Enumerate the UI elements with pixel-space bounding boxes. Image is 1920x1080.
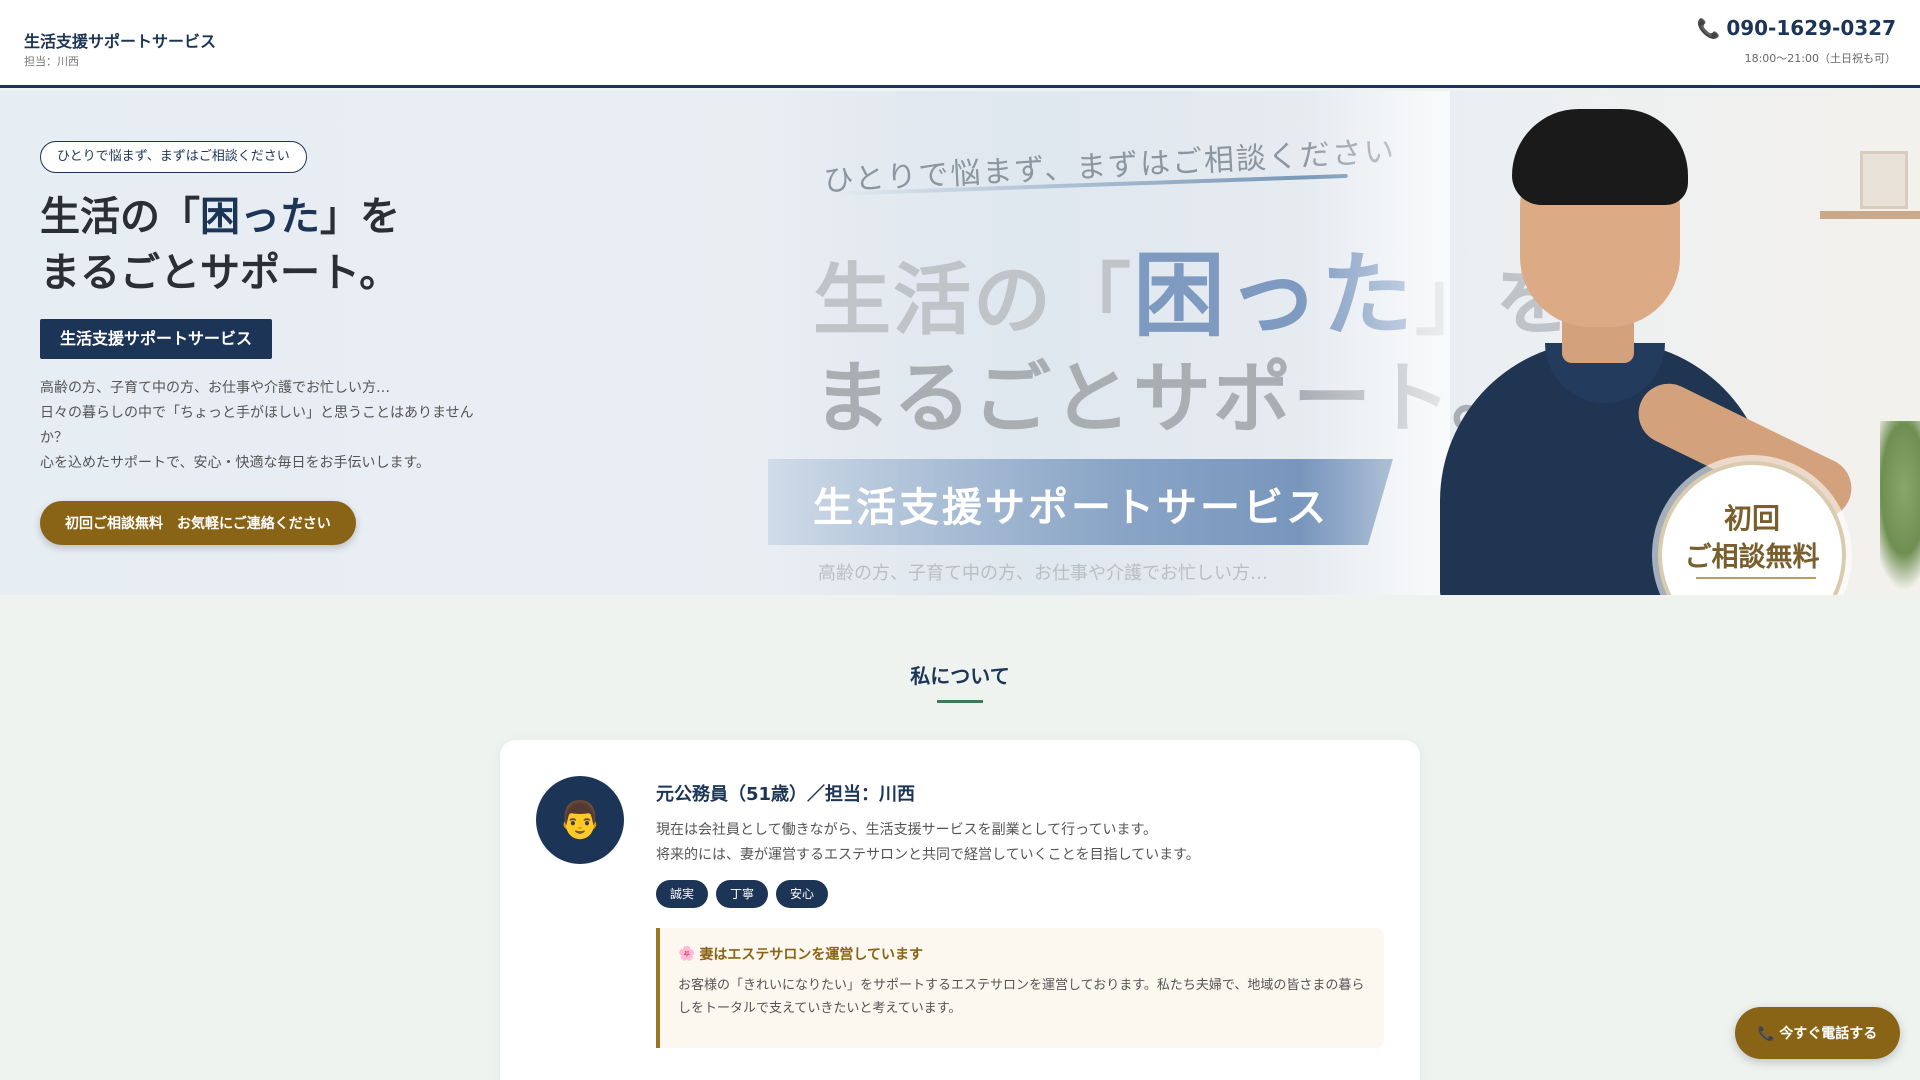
header-contact: 📞 090-1629-0327 18:00〜21:00（土日祝も可） xyxy=(1697,16,1896,66)
phone-icon: 📞 xyxy=(1696,17,1721,40)
hero-title-line1-pre: 生活の「 xyxy=(40,194,200,240)
profile-title: 元公務員（51歳）／担当：川西 xyxy=(656,784,916,805)
plant xyxy=(1880,421,1920,591)
salon-note-title: 妻はエステサロンを運営しています xyxy=(699,947,924,963)
badge-line-2: ご相談無料 xyxy=(1684,542,1820,573)
hero-title-highlight: 困った xyxy=(200,194,320,240)
hero-image-service-band-text: 生活支援サポートサービス xyxy=(813,484,1329,531)
salon-note-header: 🌸 妻はエステサロンを運営しています xyxy=(678,944,923,964)
window-light xyxy=(1300,91,1450,595)
service-name-label: 生活支援サポートサービス xyxy=(40,319,273,359)
hero-title: 生活の「困った」を まるごとサポート。 xyxy=(40,189,400,301)
salon-note-body: お客様の「きれいになりたい」をサポートするエステサロンを運営しております。私たち… xyxy=(678,978,1365,1016)
salon-note: 🌸 妻はエステサロンを運営しています お客様の「きれいになりたい」をサポートする… xyxy=(656,928,1384,1048)
phone-number[interactable]: 090-1629-0327 xyxy=(1726,16,1896,40)
profile-tags: 誠実 丁寧 安心 xyxy=(656,880,829,908)
profile-desc-line: 現在は会社員として働きながら、生活支援サービスを副業として行っています。 xyxy=(656,822,1158,838)
badge-line-1: 初回 xyxy=(1723,502,1780,535)
tag-careful: 丁寧 xyxy=(716,880,769,908)
phone-link[interactable]: 📞 090-1629-0327 xyxy=(1697,16,1896,40)
hero-section: ひとりで悩まず、まずはご相談ください 生活の「困った」を まるごとサポート。 生… xyxy=(0,91,1920,595)
hero-tagline-pill: ひとりで悩まず、まずはご相談ください xyxy=(40,141,307,173)
profile-card: 👨 元公務員（51歳）／担当：川西 現在は会社員として働きながら、生活支援サービ… xyxy=(500,740,1420,1080)
site-subtitle: 担当：川西 xyxy=(24,55,79,68)
site-header: 生活支援サポートサービス 担当：川西 📞 090-1629-0327 18:00… xyxy=(0,0,1920,88)
hero-description: 高齢の方、子育て中の方、お仕事や介護でお忙しい方… 日々の暮らしの中で「ちょっと… xyxy=(40,376,490,476)
business-hours: 18:00〜21:00（土日祝も可） xyxy=(1744,52,1896,65)
hero-title-line1-post: 」を xyxy=(320,194,400,240)
brand[interactable]: 生活支援サポートサービス 担当：川西 xyxy=(24,28,216,69)
flower-icon: 🌸 xyxy=(678,946,696,962)
call-now-label: 今すぐ電話する xyxy=(1779,1025,1878,1041)
section-title-underline xyxy=(937,700,983,703)
photo-frame xyxy=(1860,151,1908,209)
hero-desc-line: 心を込めたサポートで、安心・快適な毎日をお手伝いします。 xyxy=(40,455,431,471)
hero-title-line2: まるごとサポート。 xyxy=(40,250,400,296)
profile-description: 現在は会社員として働きながら、生活支援サービスを副業として行っています。 将来的… xyxy=(656,818,1376,868)
contact-cta-button[interactable]: 初回ご相談無料 お気軽にご連絡ください xyxy=(40,501,356,545)
badge-rule xyxy=(1696,577,1816,579)
hero-desc-line: 高齢の方、子育て中の方、お仕事や介護でお忙しい方… xyxy=(40,380,390,396)
about-section-title: 私について xyxy=(910,664,1010,688)
tag-sincere: 誠実 xyxy=(656,880,709,908)
hero-desc-line: 日々の暮らしの中で「ちょっと手がほしい」と思うことはありません xyxy=(40,405,474,421)
phone-icon: 📞 xyxy=(1757,1024,1776,1041)
site-title[interactable]: 生活支援サポートサービス xyxy=(24,28,216,52)
call-now-button[interactable]: 📞 今すぐ電話する xyxy=(1735,1007,1900,1059)
man-avatar-icon: 👨 xyxy=(536,776,624,864)
tag-reassuring: 安心 xyxy=(776,880,829,908)
wall-shelf xyxy=(1820,211,1920,219)
hero-desc-line: か？ xyxy=(40,430,68,446)
hero-image-subtext: 高齢の方、子育て中の方、お仕事や介護でお忙しい方… xyxy=(818,563,1268,584)
profile-desc-line: 将来的には、妻が運営するエステサロンと共同で経営していくことを目指しています。 xyxy=(656,847,1200,863)
staff-hair xyxy=(1512,109,1688,205)
hero-image-headline-pre: 生活の「 xyxy=(813,255,1134,346)
